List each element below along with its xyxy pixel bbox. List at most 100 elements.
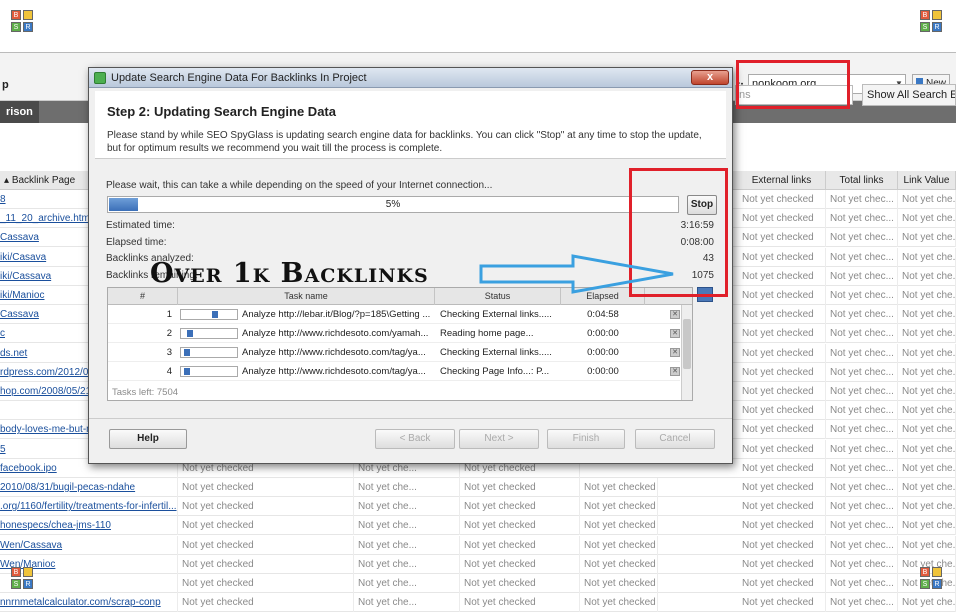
finish-button[interactable]: Finish — [547, 429, 625, 449]
remove-task-icon[interactable]: ✕ — [670, 348, 680, 357]
col-total-links[interactable]: Total links — [826, 171, 898, 190]
scrollbar-thumb[interactable] — [683, 319, 691, 369]
tasks-table: # Task name Status Elapsed 1 Analyze http… — [107, 287, 693, 401]
seo-logo-bottom-left: BSR — [10, 566, 34, 590]
external-links-cell: Not yet checked — [738, 190, 826, 209]
annotation-caption: Over 1k Backlinks — [150, 258, 429, 289]
col-task-number[interactable]: # — [108, 288, 178, 305]
back-button[interactable]: < Back — [375, 429, 455, 449]
total-links-cell: Not yet chec... — [826, 458, 898, 478]
show-all-search-engines-button[interactable]: Show All Search Eng — [862, 84, 956, 106]
metric-cell: Not yet checked — [178, 516, 354, 536]
link-value-cell: Not yet che... — [898, 382, 956, 401]
metric-cell: Not yet checked — [178, 478, 354, 497]
external-links-cell: Not yet checked — [738, 247, 826, 267]
link-value-cell: Not yet che... — [898, 324, 956, 344]
col-external-links[interactable]: External links — [738, 171, 826, 190]
link-value-cell: Not yet che... — [898, 190, 956, 209]
next-button[interactable]: Next > — [459, 429, 539, 449]
external-links-cell: Not yet checked — [738, 420, 826, 440]
metric-cell: Not yet che... — [354, 574, 460, 593]
task-progress-bar — [180, 328, 238, 339]
col-task-name[interactable]: Task name — [178, 288, 435, 305]
table-row[interactable]: nnrnmetalcalculator.com/scrap-conp Not ye… — [0, 593, 956, 612]
metric-cell: Not yet checked — [178, 593, 354, 612]
external-links-cell: Not yet checked — [738, 497, 826, 517]
backlink-page-cell[interactable]: 2010/08/31/bugil-pecas-ndahe — [0, 478, 178, 497]
table-row[interactable]: .org/1160/fertility/treatments-for-infer… — [0, 497, 956, 517]
external-links-cell: Not yet checked — [738, 305, 826, 325]
table-row[interactable]: Not yet checked Not yet che... Not yet che… — [0, 574, 956, 593]
link-value-cell: Not yet che... — [898, 420, 956, 440]
link-value-cell: Not yet che... — [898, 516, 956, 536]
link-value-cell: Not yet che... — [898, 478, 956, 497]
total-links-cell: Not yet chec... — [826, 497, 898, 517]
total-links-cell: Not yet chec... — [826, 420, 898, 440]
metric-cell: Not yet che... — [354, 497, 460, 517]
task-name: Analyze http://www.richdesoto.com/yamah.… — [242, 328, 429, 339]
backlink-page-cell[interactable]: .org/1160/fertility/treatments-for-infer… — [0, 497, 178, 517]
app-title-fragment: p — [2, 79, 9, 91]
external-links-cell: Not yet checked — [738, 228, 826, 248]
metric-cell: Not yet checked — [178, 497, 354, 517]
metric-cell: Not yet checked — [580, 535, 658, 555]
dialog-title-bar: Update Search Engine Data For Backlinks … — [89, 68, 732, 88]
metric-cell: Not yet che... — [354, 535, 460, 555]
total-links-cell: Not yet chec... — [826, 382, 898, 401]
seo-logo-bottom-right: BSR — [919, 566, 943, 590]
task-row[interactable]: 2 Analyze http://www.richdesoto.com/yamah… — [108, 324, 680, 343]
task-row[interactable]: 3 Analyze http://www.richdesoto.com/tag/y… — [108, 343, 680, 362]
backlink-page-cell[interactable]: honespecs/chea-jms-110 — [0, 516, 178, 536]
table-row[interactable]: 2010/08/31/bugil-pecas-ndahe Not yet chec… — [0, 478, 956, 497]
task-name: Analyze http://www.richdesoto.com/tag/ya… — [242, 347, 426, 358]
external-links-cell: Not yet checked — [738, 266, 826, 286]
dialog-title: Update Search Engine Data For Backlinks … — [111, 72, 367, 84]
task-elapsed: 0:00:00 — [587, 347, 619, 358]
metric-cell: Not yet checked — [580, 554, 658, 574]
link-value-cell: Not yet che... — [898, 593, 956, 612]
total-links-cell: Not yet chec... — [826, 362, 898, 382]
total-links-cell: Not yet chec... — [826, 593, 898, 612]
tab-comparison[interactable]: rison — [0, 101, 39, 123]
cancel-button[interactable]: Cancel — [635, 429, 715, 449]
backlink-page-cell[interactable]: nnrnmetalcalculator.com/scrap-conp — [0, 593, 178, 612]
metric-cell: Not yet checked — [580, 516, 658, 536]
metric-cell: Not yet checked — [580, 497, 658, 517]
task-progress-fill — [184, 349, 191, 356]
table-row[interactable]: Wen/Manioc Not yet checked Not yet che... N… — [0, 554, 956, 574]
external-links-cell: Not yet checked — [738, 324, 826, 344]
metric-cell: Not yet che... — [354, 478, 460, 497]
table-row[interactable]: Wen/Cassava Not yet checked Not yet che...… — [0, 535, 956, 555]
overall-progress-bar: 5% — [107, 196, 679, 213]
help-button[interactable]: Help — [109, 429, 187, 449]
external-links-cell: Not yet checked — [738, 209, 826, 229]
remove-task-icon[interactable]: ✕ — [670, 367, 680, 376]
col-link-value[interactable]: Link Value — [898, 171, 956, 190]
external-links-cell: Not yet checked — [738, 458, 826, 478]
link-value-cell: Not yet che... — [898, 401, 956, 421]
backlink-page-cell[interactable]: Wen/Cassava — [0, 535, 178, 555]
table-row[interactable]: honespecs/chea-jms-110 Not yet checked Not… — [0, 516, 956, 536]
metric-cell: Not yet checked — [178, 574, 354, 593]
task-row[interactable]: 1 Analyze http://lebar.it/Blog/?p=185\Get… — [108, 305, 680, 324]
metric-cell: Not yet checked — [460, 478, 580, 497]
total-links-cell: Not yet chec... — [826, 305, 898, 325]
link-value-cell: Not yet che... — [898, 458, 956, 478]
external-links-cell: Not yet checked — [738, 362, 826, 382]
metric-cell: Not yet checked — [580, 574, 658, 593]
remove-task-icon[interactable]: ✕ — [670, 310, 680, 319]
metric-cell: Not yet che... — [354, 516, 460, 536]
metric-cell: Not yet che... — [354, 593, 460, 612]
close-button[interactable]: x — [691, 70, 729, 85]
progress-percent: 5% — [385, 199, 401, 210]
total-links-cell: Not yet chec... — [826, 190, 898, 209]
link-value-cell: Not yet che... — [898, 497, 956, 517]
total-links-cell: Not yet chec... — [826, 209, 898, 229]
task-elapsed: 0:04:58 — [587, 309, 619, 320]
external-links-cell: Not yet checked — [738, 401, 826, 421]
tasks-scrollbar[interactable] — [681, 305, 692, 400]
external-links-cell: Not yet checked — [738, 554, 826, 574]
task-row[interactable]: 4 Analyze http://www.richdesoto.com/tag/y… — [108, 362, 680, 381]
remove-task-icon[interactable]: ✕ — [670, 329, 680, 338]
link-value-cell: Not yet che... — [898, 343, 956, 363]
